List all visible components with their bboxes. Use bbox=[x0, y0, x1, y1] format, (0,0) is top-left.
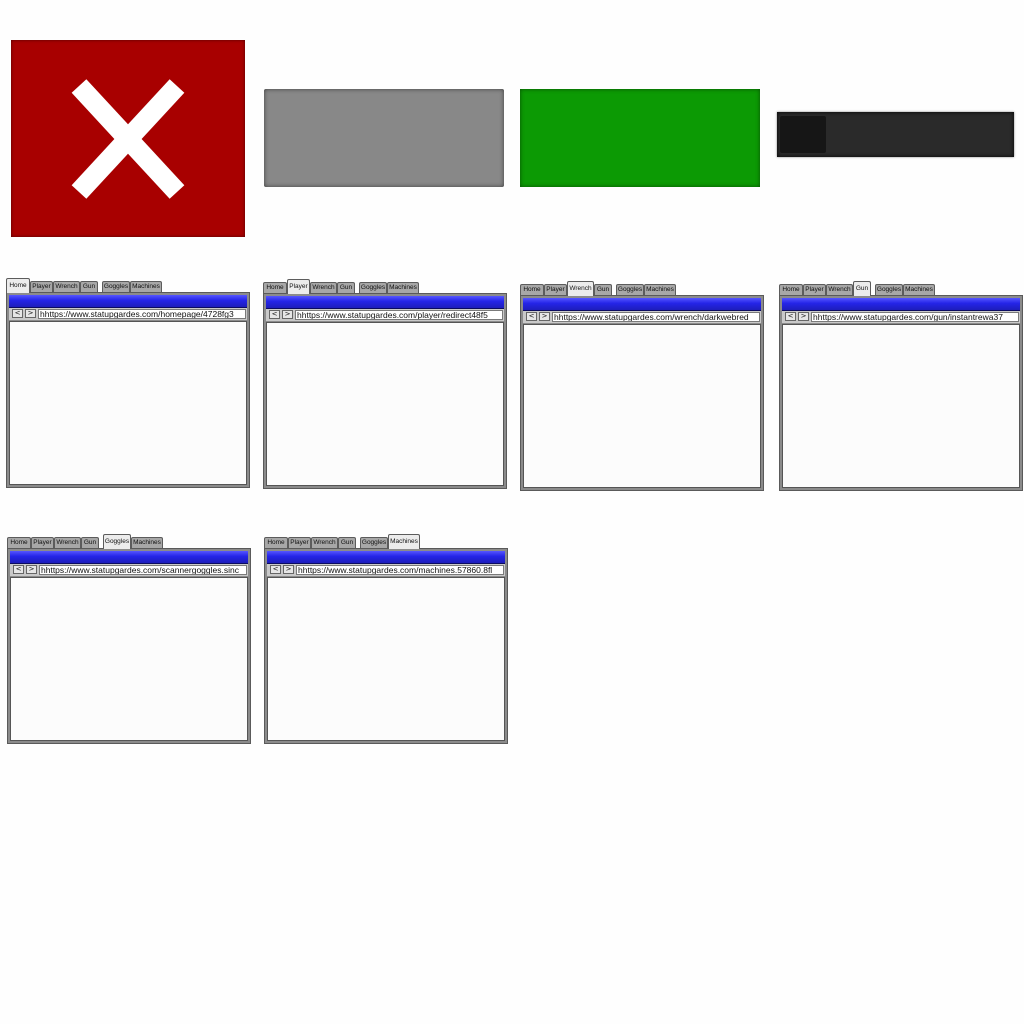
browser-window: Home Player Wrench Gun Goggles Machines < > hhtt… bbox=[520, 281, 764, 491]
tab-gun[interactable]: Gun bbox=[80, 281, 98, 292]
tab-gun[interactable]: Gun bbox=[594, 284, 612, 295]
tab-player[interactable]: Player bbox=[544, 284, 567, 295]
page-content[interactable] bbox=[782, 324, 1020, 488]
tab-strip: Home Player Wrench Gun Goggles Machines bbox=[6, 278, 250, 293]
tab-gun[interactable]: Gun bbox=[337, 282, 355, 293]
title-bar[interactable] bbox=[782, 298, 1020, 311]
tab-player[interactable]: Player bbox=[803, 284, 826, 295]
address-bar[interactable]: hhttps://www.statupgardes.com/machines.5… bbox=[296, 565, 504, 575]
page-content[interactable] bbox=[523, 324, 761, 488]
navigation-bar: < > hhttps://www.statupgardes.com/homepage… bbox=[9, 308, 247, 320]
page-content[interactable] bbox=[267, 577, 505, 741]
tab-home[interactable]: Home bbox=[263, 282, 287, 293]
tab-gun[interactable]: Gun bbox=[338, 537, 356, 548]
page-content[interactable] bbox=[9, 321, 247, 485]
navigation-bar: < > hhttps://www.statupgardes.com/machines… bbox=[267, 564, 505, 576]
tab-machines[interactable]: Machines bbox=[388, 534, 420, 549]
browser-frame: < > hhttps://www.statupgardes.com/machines… bbox=[264, 548, 508, 744]
tab-gun[interactable]: Gun bbox=[853, 281, 871, 296]
tab-goggles[interactable]: Goggles bbox=[102, 281, 130, 292]
address-bar[interactable]: hhttps://www.statupgardes.com/homepage/4… bbox=[38, 309, 246, 319]
tab-player[interactable]: Player bbox=[288, 537, 311, 548]
back-button[interactable]: < bbox=[270, 565, 281, 574]
tab-wrench[interactable]: Wrench bbox=[567, 281, 594, 296]
browser-window: Home Player Wrench Gun Goggles Machines < > hhtt… bbox=[7, 534, 251, 744]
tab-strip: Home Player Wrench Gun Goggles Machines bbox=[263, 279, 507, 294]
title-bar[interactable] bbox=[523, 298, 761, 311]
page-content[interactable] bbox=[266, 322, 504, 486]
address-bar[interactable]: hhttps://www.statupgardes.com/scannergog… bbox=[39, 565, 247, 575]
tab-home[interactable]: Home bbox=[779, 284, 803, 295]
progress-fill bbox=[780, 116, 827, 153]
tab-strip: Home Player Wrench Gun Goggles Machines bbox=[779, 281, 1023, 296]
browser-frame: < > hhttps://www.statupgardes.com/player/r… bbox=[263, 293, 507, 489]
navigation-bar: < > hhttps://www.statupgardes.com/scannerg… bbox=[10, 564, 248, 576]
back-button[interactable]: < bbox=[526, 312, 537, 321]
address-bar[interactable]: hhttps://www.statupgardes.com/player/red… bbox=[295, 310, 503, 320]
tab-home[interactable]: Home bbox=[6, 278, 30, 293]
tab-wrench[interactable]: Wrench bbox=[311, 537, 338, 548]
tab-goggles[interactable]: Goggles bbox=[616, 284, 644, 295]
tab-player[interactable]: Player bbox=[30, 281, 53, 292]
browser-frame: < > hhttps://www.statupgardes.com/wrench/d… bbox=[520, 295, 764, 491]
close-tile[interactable] bbox=[11, 40, 245, 237]
forward-button[interactable]: > bbox=[26, 565, 37, 574]
page-content[interactable] bbox=[10, 577, 248, 741]
tab-machines[interactable]: Machines bbox=[644, 284, 676, 295]
forward-button[interactable]: > bbox=[282, 310, 293, 319]
back-button[interactable]: < bbox=[13, 565, 24, 574]
tab-player[interactable]: Player bbox=[287, 279, 310, 294]
back-button[interactable]: < bbox=[12, 309, 23, 318]
tab-wrench[interactable]: Wrench bbox=[310, 282, 337, 293]
tab-player[interactable]: Player bbox=[31, 537, 54, 548]
address-bar[interactable]: hhttps://www.statupgardes.com/gun/instan… bbox=[811, 312, 1019, 322]
browser-window: Home Player Wrench Gun Goggles Machines < > hhtt… bbox=[264, 534, 508, 744]
title-bar[interactable] bbox=[267, 551, 505, 564]
tab-home[interactable]: Home bbox=[264, 537, 288, 548]
tab-goggles[interactable]: Goggles bbox=[103, 534, 131, 549]
browser-frame: < > hhttps://www.statupgardes.com/scannerg… bbox=[7, 548, 251, 744]
tab-home[interactable]: Home bbox=[520, 284, 544, 295]
browser-window: Home Player Wrench Gun Goggles Machines < > hhtt… bbox=[779, 281, 1023, 491]
title-bar[interactable] bbox=[266, 296, 504, 309]
forward-button[interactable]: > bbox=[283, 565, 294, 574]
tab-strip: Home Player Wrench Gun Goggles Machines bbox=[520, 281, 764, 296]
navigation-bar: < > hhttps://www.statupgardes.com/player/r… bbox=[266, 309, 504, 321]
tab-goggles[interactable]: Goggles bbox=[360, 537, 388, 548]
title-bar[interactable] bbox=[10, 551, 248, 564]
tab-wrench[interactable]: Wrench bbox=[53, 281, 80, 292]
forward-button[interactable]: > bbox=[539, 312, 550, 321]
tab-wrench[interactable]: Wrench bbox=[826, 284, 853, 295]
browser-frame: < > hhttps://www.statupgardes.com/homepage… bbox=[6, 292, 250, 488]
tab-strip: Home Player Wrench Gun Goggles Machines bbox=[264, 534, 508, 549]
navigation-bar: < > hhttps://www.statupgardes.com/wrench/d… bbox=[523, 311, 761, 323]
address-bar[interactable]: hhttps://www.statupgardes.com/wrench/dar… bbox=[552, 312, 760, 322]
tab-machines[interactable]: Machines bbox=[131, 537, 163, 548]
forward-button[interactable]: > bbox=[798, 312, 809, 321]
tab-goggles[interactable]: Goggles bbox=[359, 282, 387, 293]
tab-wrench[interactable]: Wrench bbox=[54, 537, 81, 548]
dark-progress-bar bbox=[777, 112, 1014, 157]
browser-window: Home Player Wrench Gun Goggles Machines < > hhtt… bbox=[263, 279, 507, 489]
forward-button[interactable]: > bbox=[25, 309, 36, 318]
tab-gun[interactable]: Gun bbox=[81, 537, 99, 548]
green-button-tile[interactable] bbox=[520, 89, 760, 187]
browser-frame: < > hhttps://www.statupgardes.com/gun/inst… bbox=[779, 295, 1023, 491]
tab-home[interactable]: Home bbox=[7, 537, 31, 548]
tab-strip: Home Player Wrench Gun Goggles Machines bbox=[7, 534, 251, 549]
close-icon bbox=[71, 79, 185, 199]
back-button[interactable]: < bbox=[785, 312, 796, 321]
navigation-bar: < > hhttps://www.statupgardes.com/gun/inst… bbox=[782, 311, 1020, 323]
tab-machines[interactable]: Machines bbox=[903, 284, 935, 295]
gray-button-tile[interactable] bbox=[264, 89, 504, 187]
browser-window: Home Player Wrench Gun Goggles Machines < > hhtt… bbox=[6, 278, 250, 488]
tab-goggles[interactable]: Goggles bbox=[875, 284, 903, 295]
title-bar[interactable] bbox=[9, 295, 247, 308]
tab-machines[interactable]: Machines bbox=[130, 281, 162, 292]
back-button[interactable]: < bbox=[269, 310, 280, 319]
tab-machines[interactable]: Machines bbox=[387, 282, 419, 293]
